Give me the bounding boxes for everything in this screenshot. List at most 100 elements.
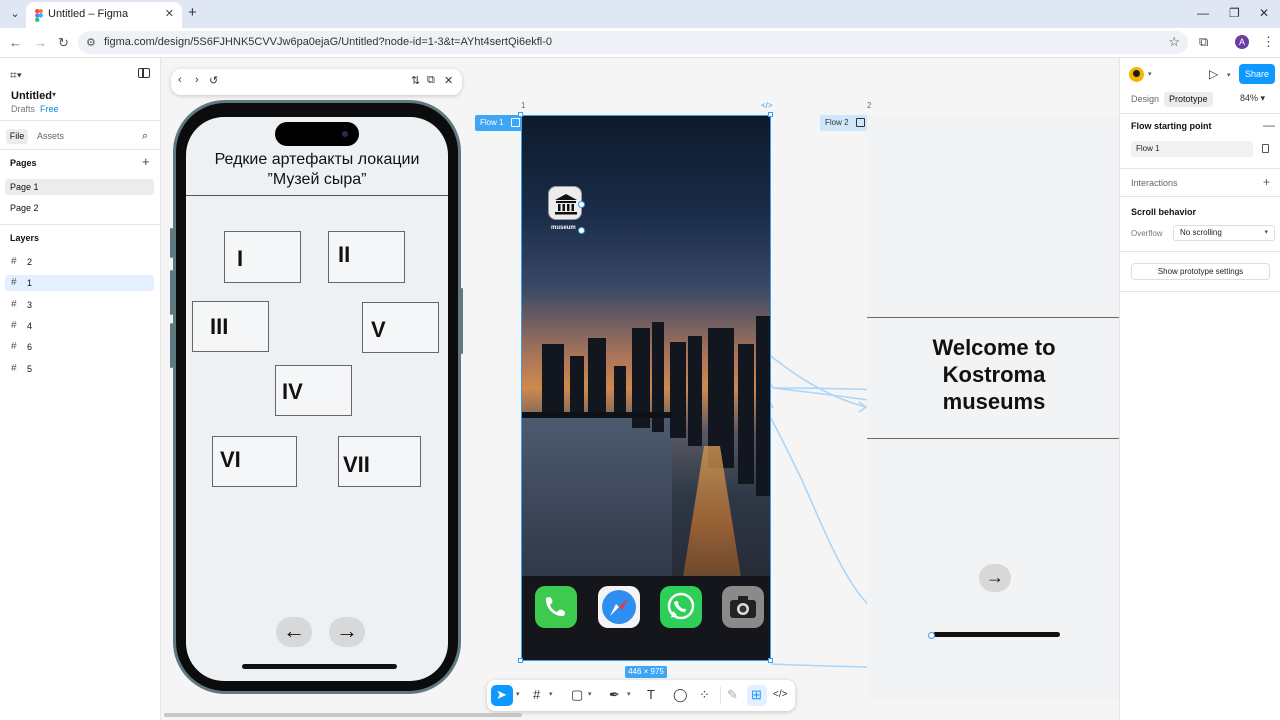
layer-item[interactable]: #1 <box>5 275 154 291</box>
tab-design[interactable]: Design <box>1131 92 1159 107</box>
play-flow-icon[interactable] <box>855 118 865 127</box>
file-name[interactable]: Untitled <box>11 90 52 102</box>
profile-avatar[interactable]: A <box>1235 35 1249 49</box>
artifact-card[interactable]: IV <box>275 365 352 416</box>
page-item[interactable]: Page 1 <box>5 179 154 195</box>
show-prototype-settings-button[interactable]: Show prototype settings <box>1131 263 1270 280</box>
horizontal-scrollbar[interactable] <box>164 713 522 717</box>
forward-icon[interactable]: → <box>34 35 47 50</box>
tool-chevron-icon[interactable]: ▾ <box>549 690 553 698</box>
preview-back-icon[interactable]: ‹ <box>178 74 182 86</box>
layer-item[interactable]: #5 <box>5 361 154 377</box>
layer-item[interactable]: #6 <box>5 339 154 355</box>
zoom-level[interactable]: 84% ▾ <box>1240 93 1265 104</box>
user-avatar[interactable] <box>1129 67 1144 82</box>
rectangle-tool-icon[interactable]: ▢ <box>571 687 583 703</box>
safari-app[interactable] <box>598 586 640 628</box>
museum-app[interactable] <box>548 186 582 220</box>
artifact-card[interactable]: III <box>192 301 269 352</box>
layer-item[interactable]: #3 <box>5 297 154 313</box>
frame-tool-icon[interactable]: # <box>533 687 540 702</box>
tab-file[interactable]: File <box>6 129 28 144</box>
connection-handle[interactable] <box>578 227 585 234</box>
artifact-card[interactable]: VI <box>212 436 297 487</box>
flow-2-badge[interactable]: Flow 2 <box>820 115 869 131</box>
resize-handle[interactable] <box>768 112 773 117</box>
text-tool-icon[interactable]: T <box>647 687 655 702</box>
close-preview-icon[interactable]: ✕ <box>444 74 453 87</box>
remove-flow-icon[interactable]: — <box>1263 119 1275 131</box>
sidebar-toggle-icon[interactable] <box>138 68 150 78</box>
connection-handle[interactable] <box>578 201 585 208</box>
layer-item[interactable]: #2 <box>5 254 154 270</box>
preview-forward-icon[interactable]: › <box>195 74 199 86</box>
page-item[interactable]: Page 2 <box>5 200 154 216</box>
resize-handle[interactable] <box>518 112 523 117</box>
play-flow-icon[interactable] <box>510 118 520 127</box>
camera-app[interactable] <box>722 586 764 628</box>
artifact-card[interactable]: I <box>224 231 301 283</box>
bookmark-star-icon[interactable]: ☆ <box>1168 34 1180 50</box>
tool-chevron-icon[interactable]: ▾ <box>516 690 520 698</box>
resize-handle[interactable] <box>518 658 523 663</box>
flow-1-badge[interactable]: Flow 1 <box>475 115 524 131</box>
figma-menu-icon[interactable]: ⌗▾ <box>10 68 22 83</box>
drafts-link[interactable]: Drafts <box>11 104 35 114</box>
minimize-icon[interactable]: — <box>1197 6 1209 20</box>
tab-assets[interactable]: Assets <box>37 131 64 141</box>
phone-app[interactable] <box>535 586 577 628</box>
preview-settings-icon[interactable]: ⇅ <box>411 74 420 87</box>
comment-tool-icon[interactable]: ◯ <box>673 687 688 703</box>
resize-handle[interactable] <box>768 658 773 663</box>
present-chevron-icon[interactable]: ▾ <box>1227 71 1231 79</box>
tab-close-icon[interactable]: ✕ <box>165 7 174 20</box>
actions-tool-icon[interactable]: ⁘ <box>699 687 710 703</box>
copy-link-icon[interactable] <box>1262 144 1269 153</box>
plan-badge[interactable]: Free <box>40 104 59 114</box>
restart-icon[interactable]: ↺ <box>209 74 218 87</box>
frame-1[interactable]: museum <box>521 115 771 661</box>
address-bar[interactable]: ⚙ figma.com/design/5S6FJHNK5CVVJw6pa0eja… <box>78 31 1188 54</box>
frame-name-label[interactable]: 1 <box>521 101 525 110</box>
flow-name-field[interactable]: Flow 1 <box>1131 141 1253 157</box>
artifact-card[interactable]: V <box>362 302 439 353</box>
next-button[interactable]: → <box>329 617 365 647</box>
draw-mode-icon[interactable]: ✎ <box>727 687 738 703</box>
canvas[interactable]: ‹ › ↺ ⇅ ⧉ ✕ Редкие артефакты локации ”Му… <box>161 58 1119 720</box>
add-interaction-icon[interactable]: + <box>1263 176 1270 188</box>
connection-handle[interactable] <box>928 632 935 639</box>
browser-tab[interactable]: Untitled – Figma ✕ <box>26 2 182 28</box>
new-tab-icon[interactable]: + <box>188 5 197 21</box>
extensions-icon[interactable]: ⧉ <box>1199 34 1208 50</box>
url-text[interactable]: figma.com/design/5S6FJHNK5CVVJw6pa0ejaG/… <box>104 36 552 48</box>
tab-search-chevron-icon[interactable]: ⌄ <box>6 5 24 23</box>
tool-chevron-icon[interactable]: ▾ <box>627 690 631 698</box>
prev-button[interactable]: ← <box>276 617 312 647</box>
search-icon[interactable]: ⌕ <box>142 130 148 143</box>
frame-2[interactable]: Welcome to Kostroma museums → <box>867 115 1119 699</box>
window-close-icon[interactable]: ✕ <box>1259 6 1269 20</box>
open-in-new-tab-icon[interactable]: ⧉ <box>427 74 435 87</box>
add-page-icon[interactable]: + <box>142 155 150 168</box>
reload-icon[interactable]: ↻ <box>58 35 69 51</box>
site-info-icon[interactable]: ⚙ <box>86 36 96 49</box>
tool-chevron-icon[interactable]: ▾ <box>588 690 592 698</box>
overflow-select[interactable]: No scrolling ▾ <box>1173 225 1275 241</box>
tab-prototype[interactable]: Prototype <box>1164 92 1213 107</box>
browser-menu-icon[interactable]: ⋮ <box>1262 34 1275 50</box>
frame-name-label[interactable]: 2 <box>867 101 871 110</box>
artifact-card[interactable]: VII <box>338 436 421 487</box>
avatar-chevron-icon[interactable]: ▾ <box>1148 70 1152 78</box>
artifact-card[interactable]: II <box>328 231 405 283</box>
cursor-icon[interactable]: ➤ <box>496 687 507 703</box>
present-play-icon[interactable]: ▷ <box>1209 67 1218 81</box>
prototype-mode-icon[interactable]: ⊞ <box>751 687 762 703</box>
share-button[interactable]: Share <box>1239 64 1275 84</box>
layer-item[interactable]: #4 <box>5 318 154 334</box>
restore-icon[interactable]: ❐ <box>1229 6 1240 20</box>
file-menu-chevron-icon[interactable]: ▾ <box>52 90 56 99</box>
back-icon[interactable]: ← <box>9 35 22 50</box>
pen-tool-icon[interactable]: ✒ <box>609 687 620 703</box>
whatsapp-app[interactable] <box>660 586 702 628</box>
next-button[interactable]: → <box>979 564 1011 592</box>
